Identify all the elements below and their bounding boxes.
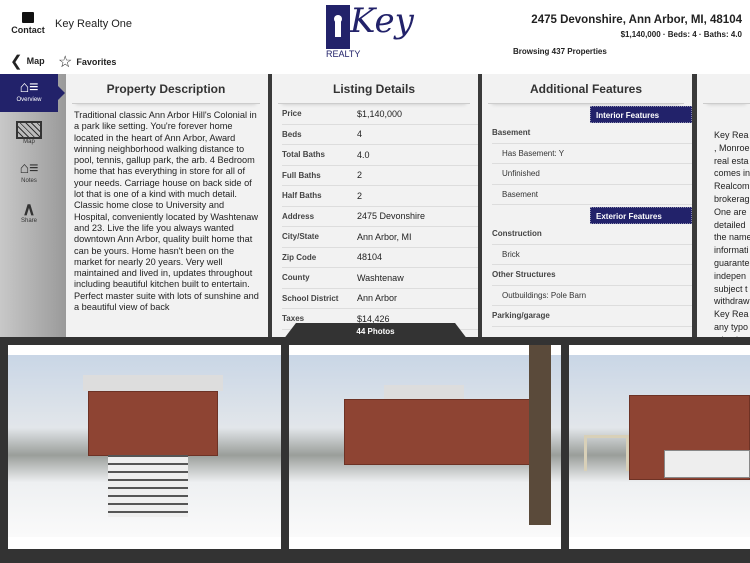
disclaimer-line: One are — [714, 206, 747, 217]
disclaimer-line: guarante — [714, 257, 750, 268]
home-list-icon: ⌂≡ — [19, 79, 39, 96]
disclaimer-line: the name — [714, 232, 750, 243]
share-icon: ∧ — [22, 199, 36, 219]
listing-row: Total Baths 4.0 — [282, 145, 478, 166]
listing-row: County Washtenaw — [282, 268, 478, 289]
description-panel: Property Description Traditional classic… — [66, 74, 268, 337]
feature-row: Outbuildings: Pole Barn — [492, 286, 692, 306]
disclaimer-line: indepen — [714, 270, 747, 281]
additional-features-panel: Additional Features Interior Features Ba… — [482, 74, 692, 337]
key-realty-logo: Key REALTY — [326, 1, 414, 59]
notes-icon: ⌂≡ — [19, 160, 39, 177]
chat-icon — [22, 12, 34, 23]
favorites-button[interactable]: ☆ Favorites — [58, 52, 116, 72]
feature-row: Basement — [492, 123, 692, 144]
feature-row: Brick — [492, 245, 692, 265]
browsing-count: Browsing 437 Properties — [513, 47, 607, 56]
listing-row: Full Baths 2 — [282, 166, 478, 186]
disclaimer-line: any typo — [714, 321, 749, 332]
contact-button[interactable]: Contact — [10, 12, 46, 35]
description-text: Traditional classic Ann Arbor Hill's Col… — [74, 110, 259, 313]
disclaimer-line: detailed — [714, 219, 746, 230]
feature-row: Has Basement: Y — [492, 144, 692, 164]
property-summary: $1,140,000 · Beds: 4 · Baths: 4.0 — [620, 30, 742, 39]
listing-row: Address 2475 Devonshire — [282, 207, 478, 227]
chevron-left-icon: ❮ — [10, 53, 23, 70]
agency-name: Key Realty One — [55, 18, 133, 30]
disclaimer-line: , Monroe — [714, 142, 750, 153]
exterior-features-header: Exterior Features — [590, 207, 692, 224]
map-icon — [16, 121, 42, 139]
disclaimer-line: comes in — [714, 168, 750, 179]
listing-row: Beds 4 — [282, 125, 478, 145]
back-to-map-button[interactable]: ❮ Map — [10, 52, 45, 70]
disclaimer-line: real esta — [714, 155, 749, 166]
sidebar: ⌂≡ Overview Map ⌂≡ Notes ∧ Share — [0, 74, 66, 337]
interior-features-header: Interior Features — [590, 106, 692, 123]
disclaimer-line: subject t — [714, 283, 748, 294]
header: Contact Key Realty One ❮ Map ☆ Favorites K… — [0, 0, 750, 74]
feature-row: Other Structures — [492, 265, 692, 286]
disclaimer-line: brokerag — [714, 193, 750, 204]
listing-row: Zip Code 48104 — [282, 248, 478, 268]
property-address: 2475 Devonshire, Ann Arbor, MI, 48104 — [531, 14, 742, 26]
sidebar-item-map[interactable]: Map — [0, 121, 58, 145]
disclaimer-panel: Key Rea , Monroe real esta comes in Realcom b… — [697, 74, 750, 337]
disclaimer-line: Key Rea — [714, 309, 749, 320]
feature-row: Unfinished — [492, 164, 692, 185]
listing-details-panel: Listing Details Price $1,140,000 Beds 4 Tota… — [272, 74, 478, 337]
listing-row: Half Baths 2 — [282, 186, 478, 207]
disclaimer-line: Realcom — [714, 181, 750, 192]
disclaimer-line: informati — [714, 245, 749, 256]
sidebar-item-overview[interactable]: ⌂≡ Overview — [0, 74, 65, 112]
listing-row: School District Ann Arbor — [282, 289, 478, 309]
photo-thumbnail[interactable] — [289, 345, 561, 549]
feature-row: Parking/garage — [492, 306, 692, 327]
disclaimer-line: withdraw — [714, 296, 750, 307]
sidebar-item-notes[interactable]: ⌂≡ Notes — [0, 160, 58, 184]
feature-row: Basement — [492, 185, 692, 205]
feature-row: Construction — [492, 224, 692, 245]
star-icon: ☆ — [58, 54, 73, 71]
sidebar-item-share[interactable]: ∧ Share — [0, 200, 58, 224]
listing-row: Price $1,140,000 — [282, 104, 478, 125]
photo-thumbnail[interactable] — [8, 345, 281, 549]
disclaimer-line: Key Rea — [714, 130, 749, 140]
listing-row: City/State Ann Arbor, MI — [282, 227, 478, 248]
photo-thumbnail[interactable] — [569, 345, 750, 549]
photos-count-tab[interactable]: 44 Photos — [283, 323, 468, 340]
